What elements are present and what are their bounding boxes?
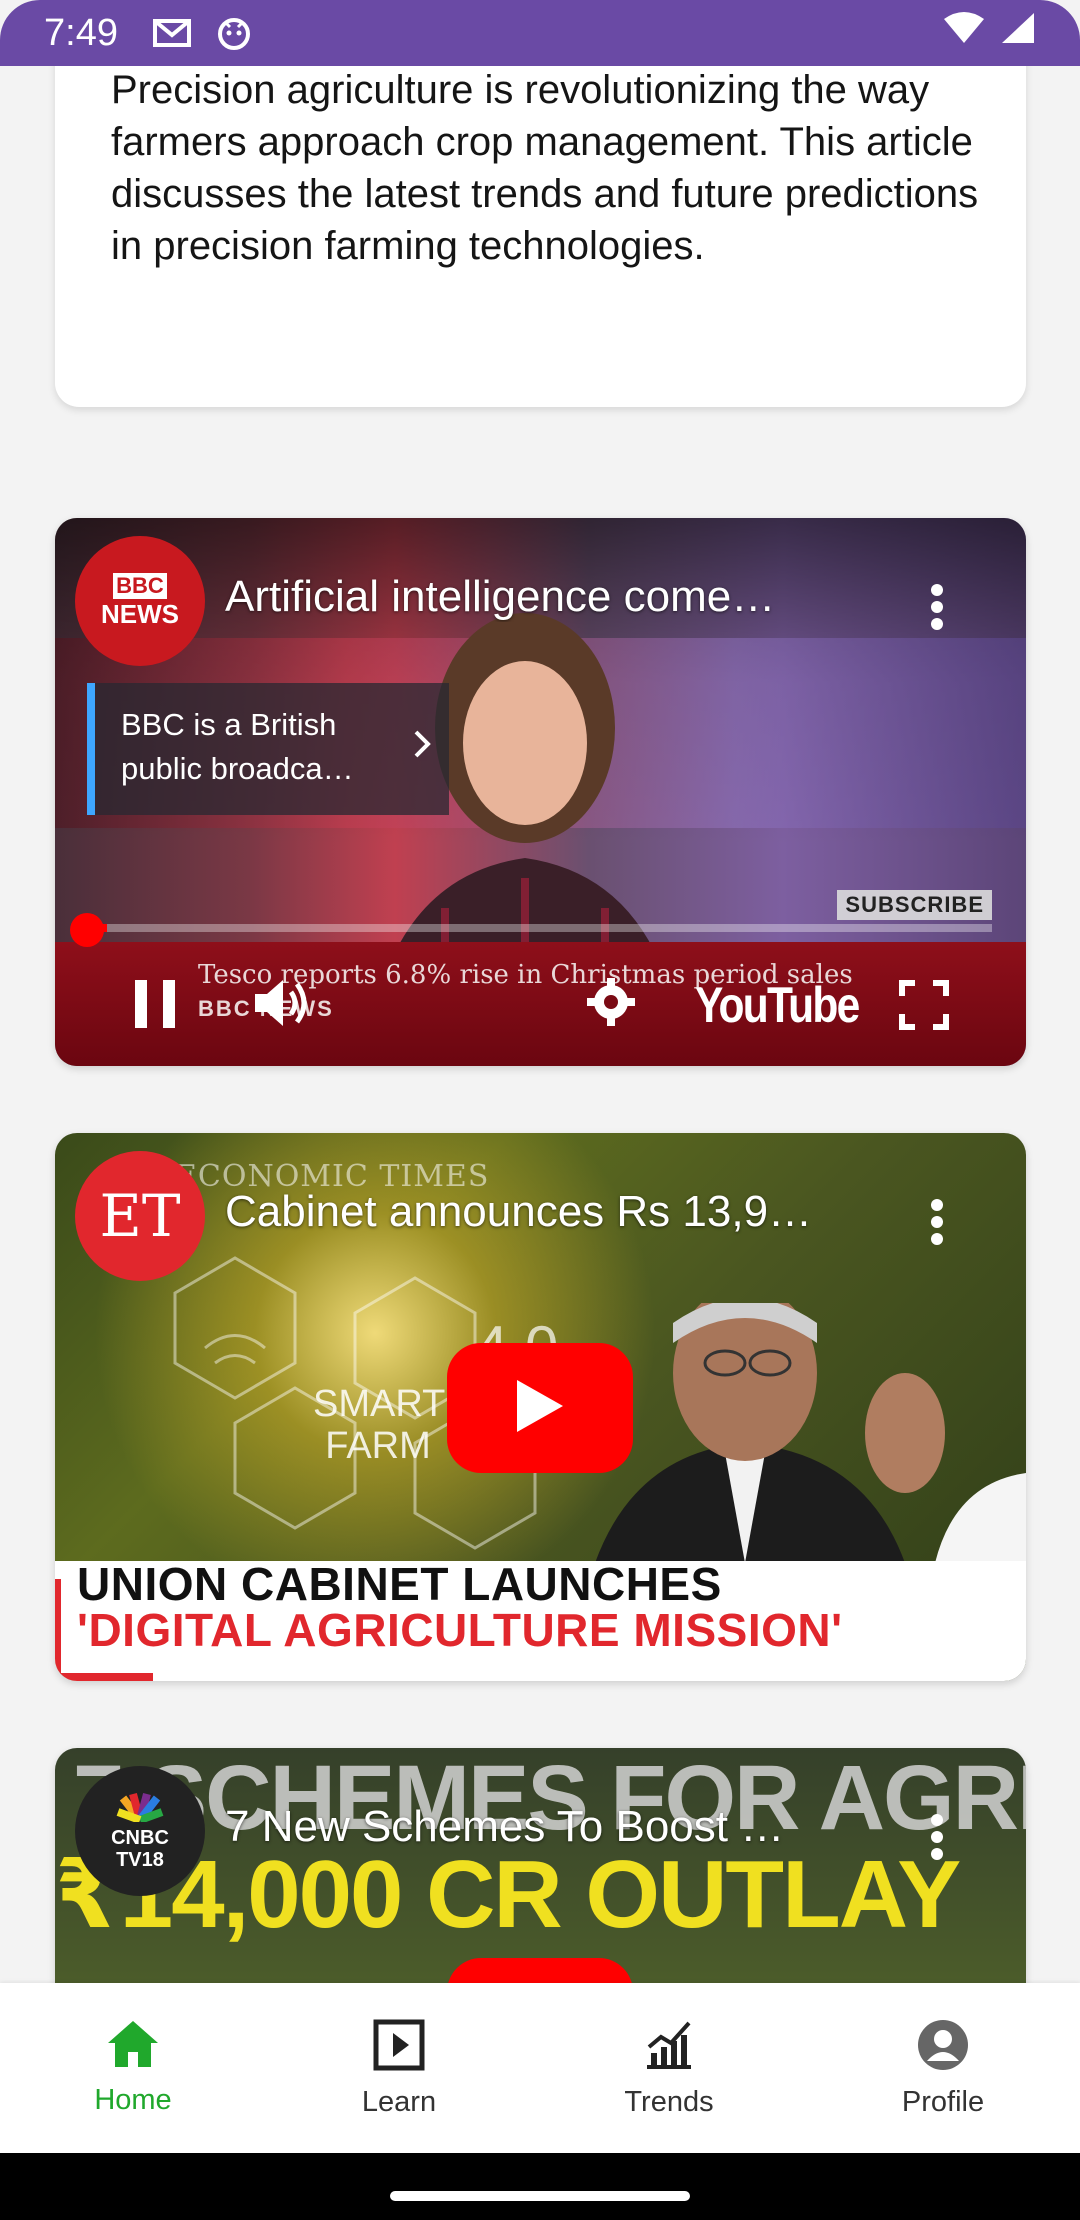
channel-avatar-cnbc[interactable]: CNBC TV18 [75, 1766, 205, 1896]
video-player-et[interactable]: ECONOMIC TIMES SMART FARM 4.0 ET Cabinet… [55, 1133, 1026, 1681]
status-time: 7:49 [44, 11, 118, 54]
channel-avatar-bbc[interactable]: BBC NEWS [75, 536, 205, 666]
info-card[interactable]: BBC is a British public broadca… [87, 683, 449, 815]
logo-text-cnbc: CNBC [111, 1826, 169, 1849]
play-button[interactable] [447, 1343, 633, 1473]
account-circle-icon [917, 2019, 969, 2076]
video-title[interactable]: Cabinet announces Rs 13,9… [225, 1187, 855, 1237]
feed-content[interactable]: Precision agriculture is revolutionizing… [0, 66, 1080, 1983]
chevron-right-icon [413, 727, 431, 771]
nav-label-home: Home [94, 2084, 172, 2116]
bottom-navigation: Home Learn Trends Profile [0, 1983, 1080, 2153]
peacock-icon [115, 1792, 165, 1827]
more-options-icon[interactable] [930, 1814, 944, 1865]
fullscreen-icon[interactable] [899, 980, 949, 1035]
play-square-icon [373, 2019, 425, 2076]
channel-avatar-et[interactable]: ET [75, 1151, 205, 1281]
logo-text-news: NEWS [101, 598, 179, 629]
nav-item-learn[interactable]: Learn [266, 1983, 532, 2153]
speaker-image [595, 1303, 1026, 1563]
article-text: Precision agriculture is revolutionizing… [111, 68, 979, 268]
cellular-signal-icon [1000, 11, 1036, 55]
settings-gear-icon[interactable] [585, 976, 637, 1033]
wifi-icon [942, 11, 986, 55]
gmail-icon [152, 17, 192, 49]
video-title[interactable]: 7 New Schemes To Boost … [225, 1802, 855, 1852]
progress-scrubber[interactable] [70, 913, 104, 947]
play-button[interactable] [447, 1958, 633, 1983]
nav-item-home[interactable]: Home [0, 1983, 266, 2153]
volume-icon[interactable] [251, 974, 311, 1037]
video-progress-bar[interactable] [89, 924, 992, 932]
info-card-text: BBC is a British public broadca… [121, 707, 354, 786]
logo-text-bbc: BBC [113, 572, 167, 599]
nav-label-profile: Profile [901, 2086, 985, 2118]
smart-farm-overlay: SMART FARM [313, 1383, 446, 1467]
youtube-logo[interactable]: YouTube [695, 976, 860, 1034]
play-icon [515, 1378, 565, 1439]
trend-chart-icon [643, 2019, 695, 2076]
home-icon [106, 2019, 160, 2074]
video-player-cnbc[interactable]: 7 SCHEMES FOR AGRI ₹14,000 CR OUTLAY CNB… [55, 1748, 1026, 1983]
pause-icon[interactable] [133, 978, 179, 1035]
nav-item-profile[interactable]: Profile [806, 1983, 1080, 2153]
nav-item-trends[interactable]: Trends [532, 1983, 806, 2153]
article-card[interactable]: Precision agriculture is revolutionizing… [55, 66, 1026, 407]
gesture-navigation-bar [0, 2153, 1080, 2220]
caption-line-2: 'DIGITAL AGRICULTURE MISSION' [77, 1604, 843, 1656]
video-player-bbc[interactable]: Tesco reports 6.8% rise in Christmas per… [55, 518, 1026, 1066]
logo-text-et: ET [99, 1182, 181, 1250]
notification-app-icon [216, 15, 252, 51]
more-options-icon[interactable] [930, 584, 944, 635]
more-options-icon[interactable] [930, 1199, 944, 1250]
logo-text-tv18: TV18 [116, 1848, 164, 1871]
status-bar: 7:49 [0, 0, 1080, 66]
home-gesture-handle[interactable] [390, 2191, 690, 2201]
video-title[interactable]: Artificial intelligence come… [225, 572, 855, 622]
nav-label-learn: Learn [361, 2086, 437, 2118]
subscribe-watermark[interactable]: SUBSCRIBE [837, 890, 992, 920]
nav-label-trends: Trends [624, 2086, 714, 2118]
